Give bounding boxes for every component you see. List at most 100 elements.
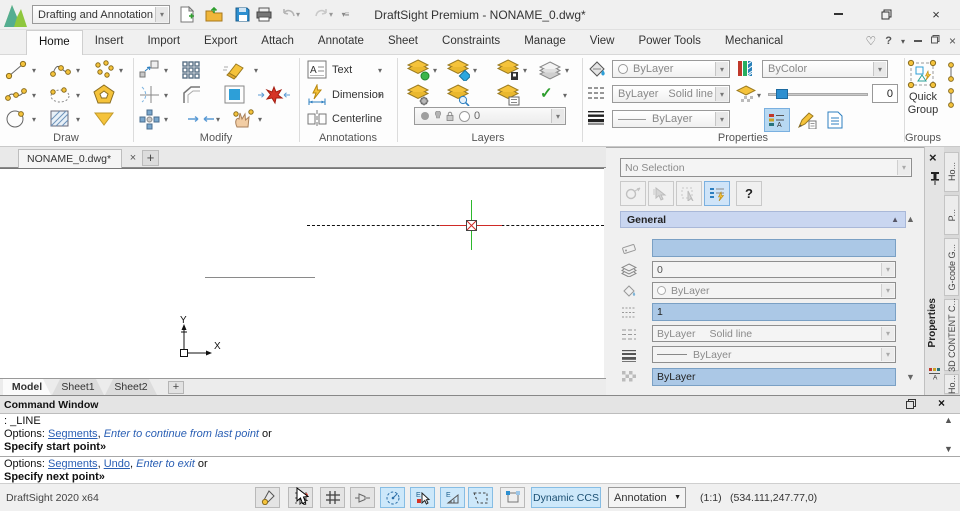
command-scroll-down-icon[interactable]: ▼ — [944, 444, 953, 454]
polygon-tool-button[interactable] — [92, 83, 116, 106]
tab-import[interactable]: Import — [135, 30, 192, 55]
sheet-tab-sheet2[interactable]: Sheet2 — [105, 379, 157, 395]
edit-hatch-tool-button[interactable] — [222, 84, 248, 106]
entity-snap-toggle[interactable]: E — [410, 487, 435, 508]
ortho-toggle[interactable] — [350, 487, 375, 508]
new-document-tab-button[interactable]: + — [142, 150, 159, 166]
selection-window-toggle[interactable] — [468, 487, 493, 508]
line-color-combo[interactable]: ByLayer ▾ — [612, 60, 730, 78]
selection-filter-combo[interactable]: No Selection ▾ — [620, 158, 912, 177]
layer-state-dropdown-arrow[interactable]: ▾ — [473, 66, 477, 75]
document-tab-close-icon[interactable]: × — [126, 151, 140, 165]
point-dropdown-arrow[interactable]: ▾ — [119, 66, 123, 75]
layer-field-combo[interactable]: 0 ▾ — [652, 261, 896, 278]
match-properties-button[interactable]: A — [764, 108, 790, 132]
solid-fill-tool-button[interactable] — [92, 108, 116, 130]
undo-menu-arrow[interactable]: ▾ — [293, 4, 303, 25]
tab-annotate[interactable]: Annotate — [306, 30, 376, 55]
command-window-close-icon[interactable]: × — [938, 396, 945, 410]
dimension-dropdown-arrow[interactable]: ▾ — [378, 91, 382, 100]
move-dropdown-arrow[interactable]: ▾ — [164, 115, 168, 124]
grid-toggle[interactable] — [320, 487, 345, 508]
line-weight-combo[interactable]: ByLayer ▾ — [612, 110, 730, 128]
side-tab-home-2[interactable]: Ho... — [944, 374, 959, 394]
panel-scroll-up-icon[interactable]: ▲ — [906, 214, 915, 224]
point-tool-button[interactable] — [92, 59, 116, 81]
line-style-field-combo[interactable]: ByLayer Solid line ▾ — [652, 325, 896, 342]
line-color-field-combo[interactable]: ByLayer ▾ — [652, 282, 896, 299]
layer-manager-button[interactable] — [406, 84, 430, 106]
chamfer-tool-button[interactable] — [180, 84, 204, 106]
line-dropdown-arrow[interactable]: ▾ — [32, 66, 36, 75]
layer-new-button[interactable] — [406, 59, 430, 81]
new-sheet-button[interactable]: + — [168, 381, 184, 394]
move-tool-button[interactable] — [138, 108, 162, 130]
polyline-dropdown-arrow[interactable]: ▾ — [76, 66, 80, 75]
new-file-button[interactable] — [176, 4, 198, 25]
layer-freeze-dropdown-arrow[interactable]: ▾ — [523, 66, 527, 75]
doc-close-button[interactable]: × — [949, 34, 956, 48]
close-button[interactable]: × — [926, 6, 946, 22]
doc-minimize-button[interactable] — [913, 40, 922, 42]
polyline-tool-button[interactable] — [48, 59, 72, 81]
dimension-tool-icon[interactable] — [306, 84, 328, 106]
line-tool-button[interactable] — [4, 59, 28, 81]
erase-tool-button[interactable] — [222, 59, 248, 81]
tab-mechanical[interactable]: Mechanical — [713, 30, 795, 55]
join-tool-button[interactable] — [186, 108, 216, 130]
layer-apply-check-icon[interactable]: ✓ — [540, 84, 553, 102]
transparency-dropdown-arrow[interactable]: ▾ — [757, 91, 761, 100]
layer-states-dropdown-arrow[interactable]: ▾ — [565, 66, 569, 75]
hatch-dropdown-arrow[interactable]: ▾ — [76, 115, 80, 124]
tab-attach[interactable]: Attach — [249, 30, 306, 55]
transparency-slider-handle[interactable] — [776, 89, 788, 99]
grips-dropdown-arrow[interactable]: ▾ — [258, 115, 262, 124]
layer-selector-combo[interactable]: 0 ▾ — [414, 107, 566, 125]
sheet-tab-sheet1[interactable]: Sheet1 — [52, 379, 104, 395]
tab-view[interactable]: View — [578, 30, 627, 55]
circle-tool-button[interactable] — [4, 108, 28, 130]
side-tab-properties[interactable]: P... — [944, 195, 959, 235]
trim-tool-button[interactable] — [138, 84, 162, 106]
layer-states-manager-button[interactable] — [538, 59, 562, 81]
ccs-icon-toggle[interactable] — [500, 487, 525, 508]
layer-freeze-button[interactable] — [496, 59, 520, 81]
panel-scroll-down-icon[interactable]: ▼ — [906, 372, 915, 382]
text-dropdown-arrow[interactable]: ▾ — [378, 66, 382, 75]
line-scale-field[interactable]: 1 — [652, 303, 896, 321]
panel-close-icon[interactable]: × — [929, 150, 937, 165]
pattern-tool-button[interactable] — [180, 59, 204, 81]
transparency-field[interactable]: ByLayer — [652, 368, 896, 386]
snap-toggle[interactable] — [288, 487, 313, 508]
entity-track-toggle[interactable]: E — [440, 487, 465, 508]
segments-option-link[interactable]: Segments — [48, 428, 98, 440]
copy-dropdown-arrow[interactable]: ▾ — [164, 66, 168, 75]
erase-dropdown-arrow[interactable]: ▾ — [254, 66, 258, 75]
open-file-button[interactable] — [203, 4, 225, 25]
trim-dropdown-arrow[interactable]: ▾ — [164, 91, 168, 100]
quick-access-customize-button[interactable]: ▾≡ — [338, 4, 352, 25]
explode-tool-button[interactable] — [256, 84, 292, 106]
dimension-tool-label[interactable]: Dimension — [332, 89, 384, 101]
tab-sheet[interactable]: Sheet — [376, 30, 430, 55]
side-tab-3d-content[interactable]: 3D CONTENT C... — [944, 298, 959, 372]
tab-insert[interactable]: Insert — [83, 30, 136, 55]
document-tab[interactable]: NONAME_0.dwg* — [18, 149, 122, 168]
line-style-combo[interactable]: ByLayer Solid line ▾ — [612, 85, 730, 103]
polar-guide-toggle[interactable] — [380, 487, 405, 508]
ellipse-dropdown-arrow[interactable]: ▾ — [76, 91, 80, 100]
annotation-scale-combo[interactable]: Annotation ▼ — [608, 487, 686, 508]
redo-menu-arrow[interactable]: ▾ — [326, 4, 336, 25]
general-section-header[interactable]: General ▲ — [620, 211, 906, 228]
tab-constraints[interactable]: Constraints — [430, 30, 512, 55]
collapse-section-icon[interactable]: ▲ — [891, 215, 899, 224]
panel-help-button[interactable]: ? — [736, 181, 762, 206]
layer-new-dropdown-arrow[interactable]: ▾ — [433, 66, 437, 75]
undo-option-link[interactable]: Undo — [104, 458, 130, 470]
properties-mode-button[interactable] — [704, 181, 730, 206]
minimize-button[interactable] — [828, 6, 848, 22]
group-edit-button[interactable] — [946, 61, 960, 111]
transparency-value-field[interactable]: 0 — [872, 84, 898, 103]
text-tool-label[interactable]: Text — [332, 64, 352, 76]
save-button[interactable] — [231, 4, 253, 25]
